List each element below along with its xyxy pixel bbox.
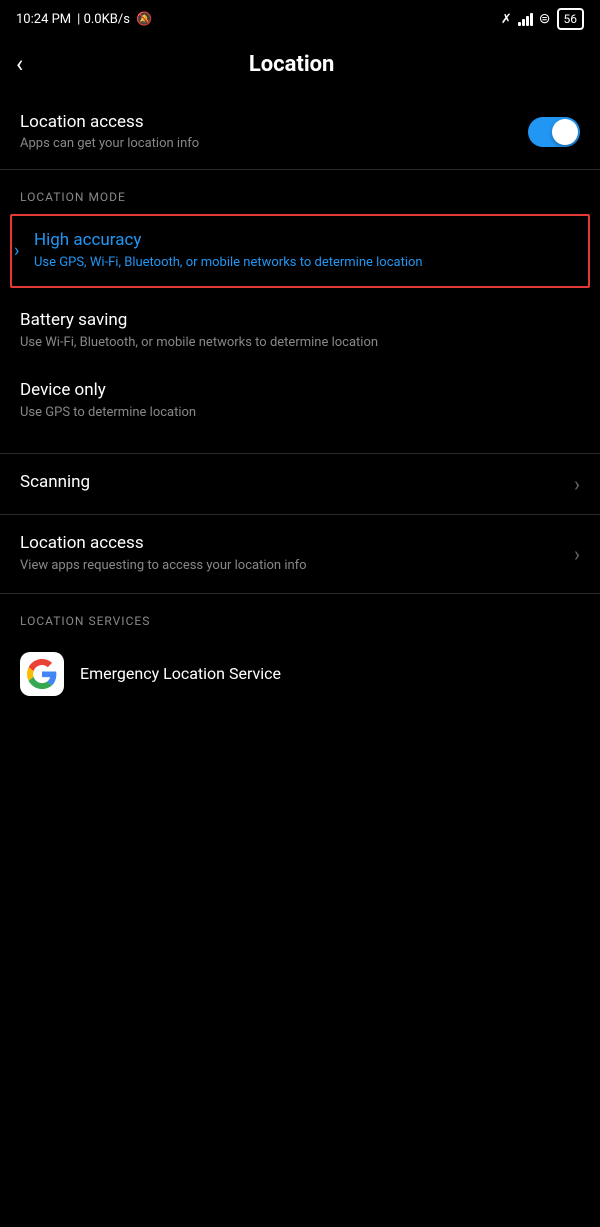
selected-chevron-icon: › [14, 241, 19, 262]
location-access-menu-text: Location access View apps requesting to … [20, 533, 307, 575]
google-icon [20, 652, 64, 696]
high-accuracy-description: Use GPS, Wi-Fi, Bluetooth, or mobile net… [34, 254, 578, 272]
scanning-title: Scanning [20, 472, 90, 492]
scanning-chevron-icon: › [574, 472, 580, 496]
location-access-menu-description: View apps requesting to access your loca… [20, 557, 307, 575]
back-button[interactable]: ‹ [16, 50, 23, 78]
bluetooth-icon: ✗ [501, 12, 512, 27]
location-access-chevron-icon: › [574, 542, 580, 566]
wifi-icon: ⊜ [539, 11, 551, 27]
toggle-knob [552, 119, 578, 145]
emergency-location-service-item[interactable]: Emergency Location Service [0, 638, 600, 710]
status-left: 10:24 PM | 0.0KB/s 🔕 [16, 12, 152, 27]
location-mode-header: LOCATION MODE [0, 170, 600, 214]
location-access-text: Location access Apps can get your locati… [20, 112, 199, 151]
top-bar: ‹ Location [0, 38, 600, 94]
emergency-location-service-name: Emergency Location Service [80, 664, 281, 683]
scanning-menu-item[interactable]: Scanning › [0, 454, 600, 514]
status-right: ✗ ⊜ 56 [501, 8, 584, 30]
device-only-title: Device only [20, 380, 580, 400]
battery-indicator: 56 [557, 8, 585, 30]
location-services-header: LOCATION SERVICES [0, 594, 600, 638]
location-access-row: Location access Apps can get your locati… [20, 112, 580, 151]
location-access-menu-title: Location access [20, 533, 307, 553]
high-accuracy-title: High accuracy [34, 230, 578, 250]
mode-high-accuracy[interactable]: › High accuracy Use GPS, Wi-Fi, Bluetoot… [10, 214, 590, 288]
scanning-text: Scanning [20, 472, 90, 496]
battery-saving-title: Battery saving [20, 310, 580, 330]
status-bar: 10:24 PM | 0.0KB/s 🔕 ✗ ⊜ 56 [0, 0, 600, 38]
mode-battery-saving[interactable]: Battery saving Use Wi-Fi, Bluetooth, or … [0, 296, 600, 366]
battery-saving-description: Use Wi-Fi, Bluetooth, or mobile networks… [20, 334, 580, 352]
page-title: Location [39, 52, 544, 77]
mode-device-only[interactable]: Device only Use GPS to determine locatio… [0, 366, 600, 436]
data-speed: | 0.0KB/s [77, 12, 130, 27]
location-access-toggle[interactable] [528, 117, 580, 147]
location-access-label: Location access [20, 112, 199, 132]
device-only-description: Use GPS to determine location [20, 404, 580, 422]
location-access-menu-item[interactable]: Location access View apps requesting to … [0, 515, 600, 593]
location-access-description: Apps can get your location info [20, 136, 199, 151]
location-access-section: Location access Apps can get your locati… [0, 94, 600, 169]
time: 10:24 PM [16, 12, 71, 27]
mute-icon: 🔕 [136, 12, 152, 27]
signal-icon [518, 12, 533, 26]
